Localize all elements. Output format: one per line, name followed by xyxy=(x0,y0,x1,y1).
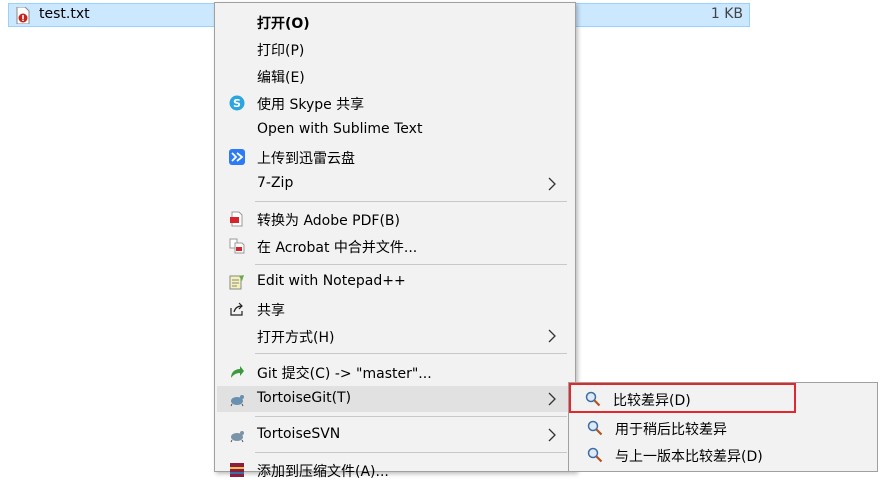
submenu-item-label: 用于稍后比较差异 xyxy=(615,422,727,438)
magnifier-icon xyxy=(587,420,603,436)
menu-item-label: 转换为 Adobe PDF(B) xyxy=(257,213,400,229)
submenu-item-label: 与上一版本比较差异(D) xyxy=(615,449,763,465)
menu-item-label: TortoiseSVN xyxy=(257,426,341,442)
chevron-right-icon xyxy=(548,329,556,343)
menu-item-7zip[interactable]: 7-Zip xyxy=(217,171,573,197)
file-name: test.txt xyxy=(39,6,90,22)
submenu-item-label: 比较差异(D) xyxy=(613,393,691,409)
menu-separator xyxy=(255,353,567,354)
menu-separator xyxy=(255,452,567,453)
menu-item-label: Edit with Notepad++ xyxy=(257,273,406,289)
chevron-right-icon xyxy=(548,428,556,442)
menu-item-label: Open with Sublime Text xyxy=(257,121,423,137)
notepad-plus-icon xyxy=(229,275,244,290)
file-size: 1 KB xyxy=(710,6,743,22)
menu-item-skype-share[interactable]: S 使用 Skype 共享 xyxy=(217,90,573,116)
menu-item-label: 使用 Skype 共享 xyxy=(257,97,365,113)
menu-item-label: TortoiseGit(T) xyxy=(257,390,352,406)
adobe-pdf-icon xyxy=(230,211,243,227)
menu-item-label: 编辑(E) xyxy=(257,70,305,86)
menu-item-notepad-plus[interactable]: Edit with Notepad++ xyxy=(217,269,573,295)
text-file-icon xyxy=(16,7,30,24)
skype-icon: S xyxy=(229,95,245,111)
menu-item-edit[interactable]: 编辑(E) xyxy=(217,63,573,89)
acrobat-combine-icon xyxy=(229,238,245,254)
submenu-item-diff-previous[interactable]: 与上一版本比较差异(D) xyxy=(571,442,875,468)
submenu-item-diff[interactable]: 比较差异(D) xyxy=(569,383,796,413)
xunlei-icon xyxy=(229,149,245,165)
magnifier-icon xyxy=(587,447,603,463)
submenu-item-diff-later[interactable]: 用于稍后比较差异 xyxy=(571,415,875,441)
menu-item-open[interactable]: 打开(O) xyxy=(217,9,573,35)
menu-item-acrobat-combine[interactable]: 在 Acrobat 中合并文件... xyxy=(217,233,573,259)
magnifier-icon xyxy=(585,391,601,407)
tortoisegit-icon xyxy=(230,395,244,407)
menu-item-label: 在 Acrobat 中合并文件... xyxy=(257,240,418,256)
svg-text:S: S xyxy=(233,97,241,110)
menu-item-git-commit[interactable]: Git 提交(C) -> "master"... xyxy=(217,359,573,385)
menu-item-add-to-archive[interactable]: 添加到压缩文件(A)... xyxy=(217,457,573,483)
git-commit-icon xyxy=(231,366,244,378)
chevron-right-icon xyxy=(548,392,556,406)
share-icon xyxy=(230,302,243,316)
menu-item-label: 打开(O) xyxy=(257,16,310,32)
menu-separator xyxy=(255,416,567,417)
context-menu: 打开(O) 打印(P) 编辑(E) S 使用 Skype 共享 Open wit… xyxy=(214,2,576,480)
menu-item-label: 添加到压缩文件(A)... xyxy=(257,464,389,480)
menu-item-label: 打开方式(H) xyxy=(257,330,335,346)
menu-separator xyxy=(255,264,567,265)
menu-item-label: 上传到迅雷云盘 xyxy=(257,151,355,167)
menu-item-open-sublime[interactable]: Open with Sublime Text xyxy=(217,117,573,143)
menu-item-tortoisegit[interactable]: TortoiseGit(T) xyxy=(217,386,573,412)
menu-item-label: 打印(P) xyxy=(257,43,305,59)
menu-item-convert-adobe-pdf[interactable]: 转换为 Adobe PDF(B) xyxy=(217,206,573,232)
chevron-right-icon xyxy=(548,177,556,191)
menu-item-xunlei-upload[interactable]: 上传到迅雷云盘 xyxy=(217,144,573,170)
menu-item-label: Git 提交(C) -> "master"... xyxy=(257,366,432,382)
tortoisesvn-icon xyxy=(230,431,244,443)
menu-item-label: 共享 xyxy=(257,303,285,319)
winrar-icon xyxy=(230,463,244,477)
tortoisegit-submenu: 比较差异(D) 用于稍后比较差异 与上一版本比较差异(D) xyxy=(568,382,878,472)
menu-separator xyxy=(255,201,567,202)
menu-item-label: 7-Zip xyxy=(257,175,294,191)
menu-item-tortoisesvn[interactable]: TortoiseSVN xyxy=(217,422,573,448)
menu-item-share[interactable]: 共享 xyxy=(217,296,573,322)
menu-item-open-with[interactable]: 打开方式(H) xyxy=(217,323,573,349)
menu-item-print[interactable]: 打印(P) xyxy=(217,36,573,62)
